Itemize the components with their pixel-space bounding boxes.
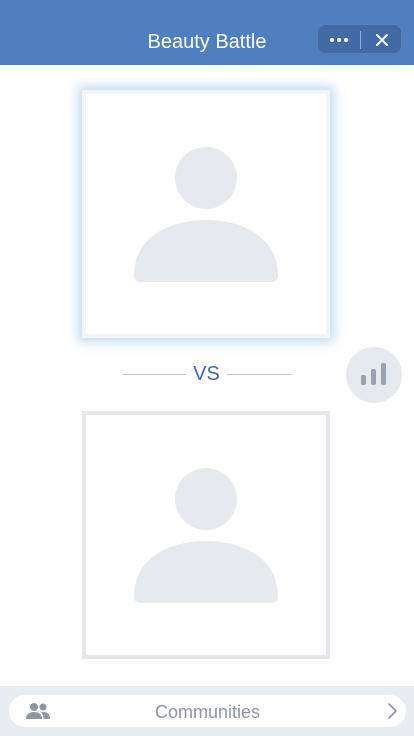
bottom-bar: Communities (0, 686, 414, 736)
vs-label: VS (193, 363, 220, 385)
chevron-right-icon (388, 703, 397, 719)
communities-label: Communities (154, 702, 261, 722)
vs-divider-right (227, 374, 291, 375)
bar-chart-icon (361, 363, 386, 385)
header-bar: Beauty Battle (0, 0, 414, 65)
app-screen: Beauty Battle VS Communities (0, 0, 414, 736)
close-icon[interactable] (361, 25, 403, 55)
ranking-button[interactable] (346, 347, 402, 403)
avatar-placeholder-icon (134, 468, 278, 603)
vs-divider-left (122, 374, 186, 375)
avatar-placeholder-icon (134, 147, 278, 282)
bottom-contestant-photo[interactable] (82, 411, 330, 659)
communities-button[interactable]: Communities (9, 695, 406, 727)
top-contestant-photo[interactable] (82, 90, 330, 338)
more-dots-icon[interactable] (318, 25, 360, 55)
mini-program-capsule (317, 24, 402, 54)
